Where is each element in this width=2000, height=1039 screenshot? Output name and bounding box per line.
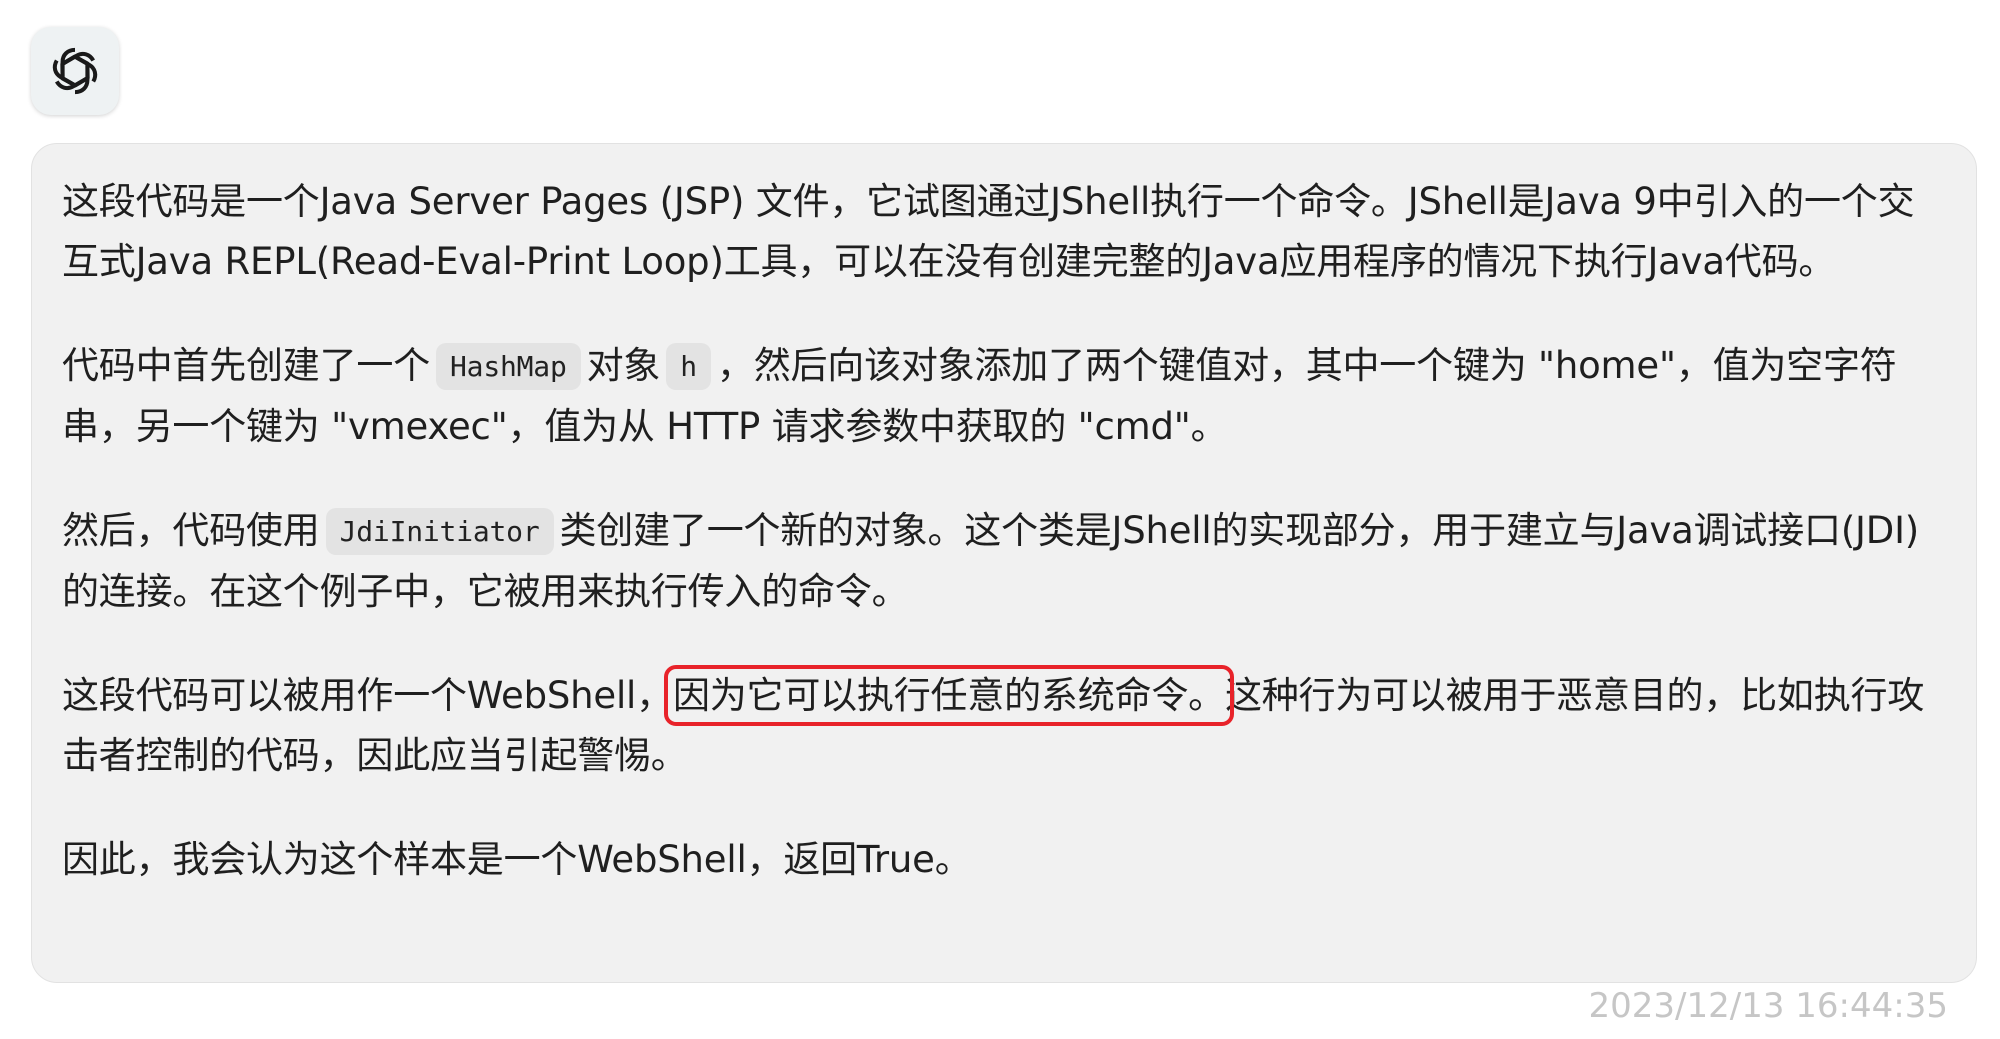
message-timestamp: 2023/12/13 16:44:35 — [1588, 986, 1948, 1026]
message-paragraph-4: 这段代码可以被用作一个WebShell，因为它可以执行任意的系统命令。这种行为可… — [62, 665, 1942, 786]
text-segment: 这段代码可以被用作一个WebShell， — [62, 674, 673, 717]
assistant-message-bubble: 这段代码是一个Java Server Pages (JSP) 文件，它试图通过J… — [31, 143, 1977, 983]
assistant-avatar — [31, 27, 119, 115]
message-paragraph-3: 然后，代码使用 JdiInitiator 类创建了一个新的对象。这个类是JShell… — [62, 501, 1942, 622]
message-paragraph-2: 代码中首先创建了一个 HashMap 对象 h ，然后向该对象添加了两个键值对，其中一个… — [62, 336, 1942, 457]
openai-logo-icon — [44, 40, 106, 102]
message-paragraph-5: 因此，我会认为这个样本是一个WebShell，返回True。 — [62, 838, 972, 881]
inline-code-hashmap: HashMap — [436, 343, 581, 390]
highlighted-sentence: 因为它可以执行任意的系统命令。 — [663, 665, 1234, 726]
text-segment: 代码中首先创建了一个 — [62, 344, 430, 387]
inline-code-jdiinitiator: JdiInitiator — [325, 508, 554, 555]
text-segment: 然后，代码使用 — [62, 509, 320, 552]
inline-code-h: h — [666, 343, 711, 390]
message-paragraph-1: 这段代码是一个Java Server Pages (JSP) 文件，它试图通过J… — [62, 180, 1915, 283]
text-segment: 对象 — [586, 344, 661, 387]
